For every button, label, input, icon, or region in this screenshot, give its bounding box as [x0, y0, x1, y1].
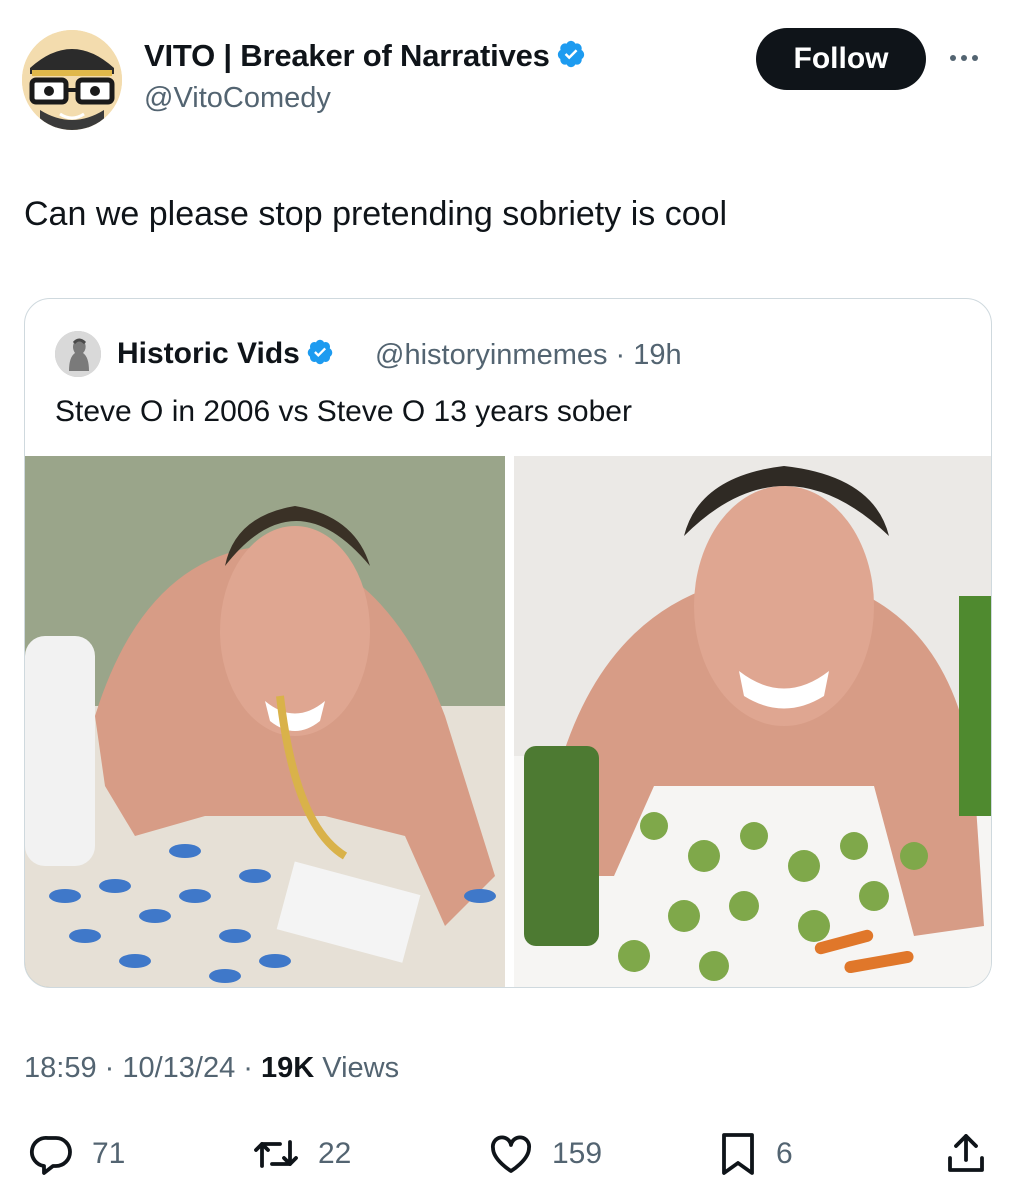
more-options-icon[interactable] — [950, 46, 990, 70]
more-dot — [972, 55, 978, 61]
repost-icon — [254, 1140, 298, 1168]
meta-separator: · — [235, 1052, 262, 1084]
like-button[interactable]: 159 — [486, 1126, 602, 1182]
verified-badge-icon — [307, 339, 333, 365]
tweet-date[interactable]: 10/13/24 — [122, 1052, 235, 1084]
heart-icon — [491, 1135, 531, 1173]
follow-button[interactable]: Follow — [756, 28, 926, 90]
share-button[interactable] — [942, 1126, 990, 1182]
bookmark-button[interactable]: 6 — [716, 1126, 793, 1182]
tweet-time[interactable]: 18:59 — [24, 1052, 97, 1084]
quoted-author-avatar[interactable] — [55, 331, 101, 377]
tweet-meta: 18:59 · 10/13/24 · 19K Views — [24, 1052, 399, 1085]
quoted-tweet-text: Steve O in 2006 vs Steve O 13 years sobe… — [55, 395, 632, 428]
quoted-image-left[interactable] — [25, 456, 505, 987]
repost-button[interactable]: 22 — [250, 1126, 351, 1182]
author-avatar[interactable] — [22, 30, 122, 130]
more-dot — [950, 55, 956, 61]
reply-icon — [29, 1135, 72, 1175]
reply-button[interactable]: 71 — [28, 1126, 125, 1182]
bookmark-count: 6 — [776, 1137, 793, 1170]
quoted-display-name[interactable]: Historic Vids — [117, 337, 334, 371]
repost-count: 22 — [318, 1137, 352, 1170]
views-label: Views — [322, 1052, 400, 1084]
quoted-name-text: Historic Vids — [117, 337, 300, 370]
more-dot — [961, 55, 967, 61]
verified-badge-icon — [557, 40, 584, 68]
share-icon — [948, 1134, 984, 1172]
meta-separator: · — [96, 1052, 123, 1084]
bookmark-icon — [722, 1133, 754, 1175]
quoted-tweet-card[interactable]: Historic Vids @historyinmemes · 19h Stev… — [24, 298, 992, 988]
views-count: 19K — [261, 1052, 315, 1084]
reply-count: 71 — [92, 1137, 126, 1170]
quoted-image-right[interactable] — [514, 456, 991, 987]
like-count: 159 — [552, 1137, 603, 1170]
author-display-name[interactable]: VITO | Breaker of Narratives — [144, 38, 586, 74]
tweet-text: Can we please stop pretending sobriety i… — [24, 195, 728, 233]
quoted-handle-time[interactable]: @historyinmemes · 19h — [375, 339, 682, 372]
author-handle[interactable]: @VitoComedy — [144, 82, 331, 115]
author-name-text: VITO | Breaker of Narratives — [144, 38, 550, 73]
